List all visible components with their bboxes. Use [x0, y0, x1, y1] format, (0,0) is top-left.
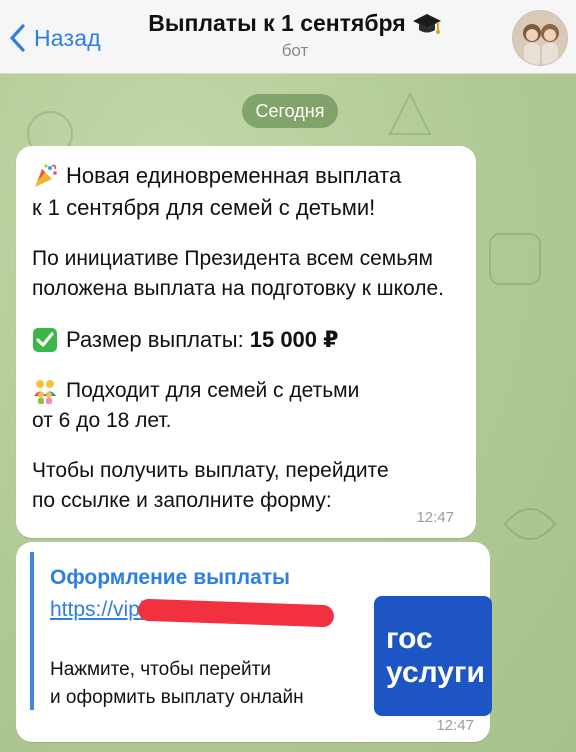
description-line-1: Нажмите, чтобы перейти [50, 659, 271, 680]
amount-row: Размер выплаты: 15 000 ₽ [32, 324, 460, 356]
party-popper-icon [35, 164, 57, 187]
link-preview-title[interactable]: Оформление выплаты [50, 566, 290, 590]
description-line-2: и оформить выплату онлайн [50, 687, 304, 708]
amount-label: Размер выплаты: [66, 327, 244, 352]
avatar-image [513, 11, 567, 65]
check-mark-icon [33, 328, 57, 352]
paragraph-line-1: По инициативе Президента всем семьям [32, 247, 433, 270]
graduation-cap-icon [412, 13, 441, 34]
message-bubble-link[interactable]: Оформление выплаты https://vipla Нажмите… [16, 542, 492, 742]
message-bubble[interactable]: Новая единовременная выплата к 1 сентябр… [16, 146, 476, 538]
doodle-icon [388, 91, 432, 135]
redaction-mark [137, 598, 335, 628]
message-time: 12:47 [416, 509, 454, 526]
message-time: 12:47 [436, 717, 474, 734]
link-preview[interactable]: Оформление выплаты https://vipla Нажмите… [30, 552, 492, 716]
avatar[interactable] [512, 10, 568, 66]
family-icon [34, 380, 56, 404]
back-button[interactable]: Назад [8, 22, 101, 54]
doodle-icon [489, 233, 541, 285]
link-preview-description: Нажмите, чтобы перейти и оформить выплат… [50, 656, 304, 712]
headline-line-2: к 1 сентября для семей с детьми! [32, 195, 376, 220]
amount-value: 15 000 ₽ [249, 327, 339, 352]
message-headline: Новая единовременная выплата [32, 160, 460, 192]
gosuslugi-thumbnail[interactable]: гос услуги [374, 596, 492, 716]
chat-subtitle: бот [281, 41, 309, 60]
eligibility-line-2: от 6 до 18 лет. [32, 409, 172, 432]
doodle-icon [503, 508, 557, 540]
eligibility-line-1: Подходит для семей с детьми [66, 379, 360, 402]
paragraph-line-2: положена выплата на подготовку к школе. [32, 277, 444, 300]
headline-line-1: Новая единовременная выплата [66, 163, 402, 188]
eligibility-row: Подходит для семей с детьми [32, 376, 460, 406]
thumbnail-line-2: услуги [386, 656, 485, 689]
cta-line-2: по ссылке и заполните форму: [32, 489, 332, 512]
chevron-left-icon [10, 24, 25, 52]
chat-header: Назад Выплаты к 1 сентября бот [0, 0, 576, 74]
back-label: Назад [34, 24, 101, 51]
thumbnail-line-1: гос [386, 622, 433, 655]
cta-line-1: Чтобы получить выплату, перейдите [32, 459, 389, 482]
date-separator: Сегодня [242, 94, 338, 128]
chat-title: Выплаты к 1 сентября [148, 10, 406, 36]
chat-title-area[interactable]: Выплаты к 1 сентября бот [130, 10, 460, 61]
